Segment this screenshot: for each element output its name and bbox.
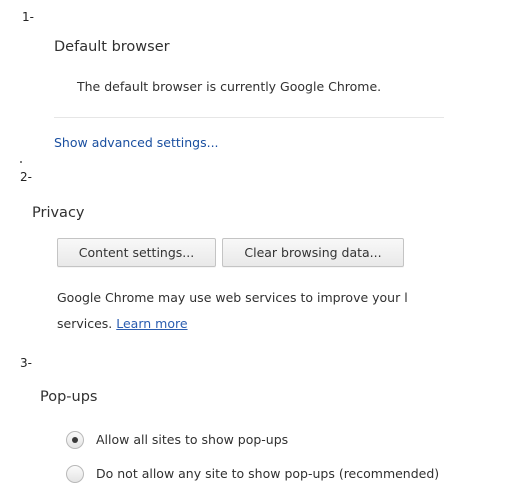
privacy-heading: Privacy: [32, 205, 85, 221]
content-settings-button[interactable]: Content settings...: [57, 238, 216, 267]
block-popups-label[interactable]: Do not allow any site to show pop-ups (r…: [96, 466, 439, 481]
allow-popups-radio[interactable]: [66, 431, 84, 449]
default-browser-heading: Default browser: [54, 39, 170, 55]
step-number-1: 1-: [22, 10, 34, 24]
show-advanced-settings-link[interactable]: Show advanced settings...: [54, 135, 219, 150]
step-number-3: 3-: [20, 356, 32, 370]
learn-more-link[interactable]: Learn more: [116, 316, 187, 331]
privacy-description-line1: Google Chrome may use web services to im…: [57, 290, 408, 305]
step-number-2: 2-: [20, 170, 32, 184]
radio-selected-dot: [72, 437, 78, 443]
popups-heading: Pop-ups: [40, 389, 98, 405]
stray-mark: [20, 161, 22, 163]
section-divider: [54, 117, 444, 118]
allow-popups-label[interactable]: Allow all sites to show pop-ups: [96, 432, 288, 447]
privacy-description-line2: services. Learn more: [57, 316, 188, 331]
block-popups-radio[interactable]: [66, 465, 84, 483]
default-browser-status: The default browser is currently Google …: [77, 79, 382, 94]
clear-browsing-data-button[interactable]: Clear browsing data...: [222, 238, 404, 267]
privacy-description-prefix: services.: [57, 316, 113, 331]
